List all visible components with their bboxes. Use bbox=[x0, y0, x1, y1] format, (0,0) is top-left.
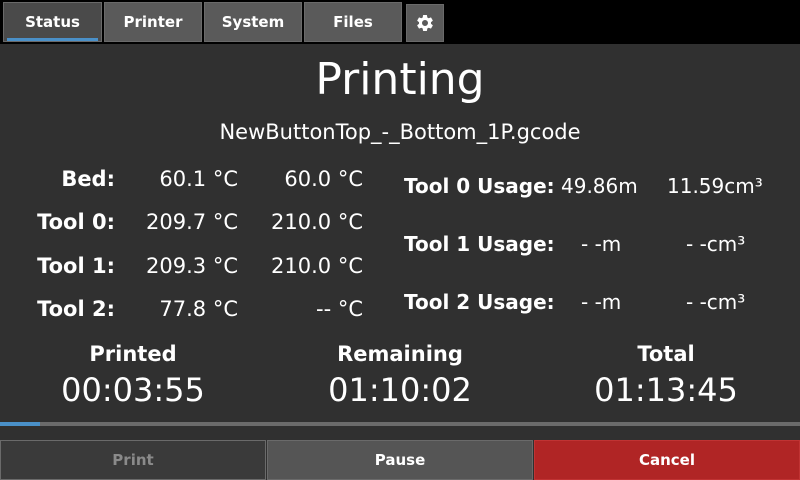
bed-temp-label: Bed: bbox=[61, 167, 115, 191]
pause-button[interactable]: Pause bbox=[267, 440, 533, 480]
tool2-usage-volume: - -cm³ bbox=[686, 290, 746, 314]
tool2-current-temp: 77.8 °C bbox=[159, 297, 238, 321]
tool1-current-temp: 209.3 °C bbox=[146, 254, 238, 278]
top-navigation-bar: Status Printer System Files bbox=[0, 0, 800, 44]
tool2-usage-length: - -m bbox=[581, 290, 622, 314]
tab-status[interactable]: Status bbox=[3, 2, 102, 42]
bed-current-temp: 60.1 °C bbox=[159, 167, 238, 191]
gear-icon bbox=[417, 14, 433, 31]
tool1-usage-length: - -m bbox=[581, 232, 622, 256]
tab-printer[interactable]: Printer bbox=[104, 2, 202, 42]
printed-time-label: Printed bbox=[89, 342, 177, 366]
print-status-title: Printing bbox=[315, 54, 485, 105]
tool1-target-temp: 210.0 °C bbox=[271, 254, 363, 278]
tool0-current-temp: 209.7 °C bbox=[146, 210, 238, 234]
tool2-usage-label: Tool 2 Usage: bbox=[404, 290, 555, 314]
tool0-usage-label: Tool 0 Usage: bbox=[404, 174, 555, 198]
tool1-temp-label: Tool 1: bbox=[37, 254, 115, 278]
remaining-time: 01:10:02 bbox=[328, 371, 472, 409]
tool1-usage-label: Tool 1 Usage: bbox=[404, 232, 555, 256]
remaining-time-label: Remaining bbox=[337, 342, 463, 366]
tab-files[interactable]: Files bbox=[304, 2, 402, 42]
print-progress-fill bbox=[0, 422, 40, 426]
bed-target-temp: 60.0 °C bbox=[284, 167, 363, 191]
printed-time: 00:03:55 bbox=[61, 371, 205, 409]
tool2-target-temp: -- °C bbox=[316, 297, 363, 321]
settings-button[interactable] bbox=[406, 4, 444, 42]
cancel-button[interactable]: Cancel bbox=[534, 440, 800, 480]
tool0-usage-volume: 11.59cm³ bbox=[667, 174, 763, 198]
tool0-temp-label: Tool 0: bbox=[37, 210, 115, 234]
tool1-usage-volume: - -cm³ bbox=[686, 232, 746, 256]
total-time-label: Total bbox=[637, 342, 695, 366]
tab-system[interactable]: System bbox=[204, 2, 302, 42]
tool2-temp-label: Tool 2: bbox=[37, 297, 115, 321]
total-time: 01:13:45 bbox=[594, 371, 738, 409]
print-progress-bar bbox=[0, 422, 800, 426]
tool0-target-temp: 210.0 °C bbox=[271, 210, 363, 234]
tool0-usage-length: 49.86m bbox=[561, 174, 638, 198]
print-filename: NewButtonTop_-_Bottom_1P.gcode bbox=[219, 120, 581, 144]
print-button[interactable]: Print bbox=[0, 440, 266, 480]
